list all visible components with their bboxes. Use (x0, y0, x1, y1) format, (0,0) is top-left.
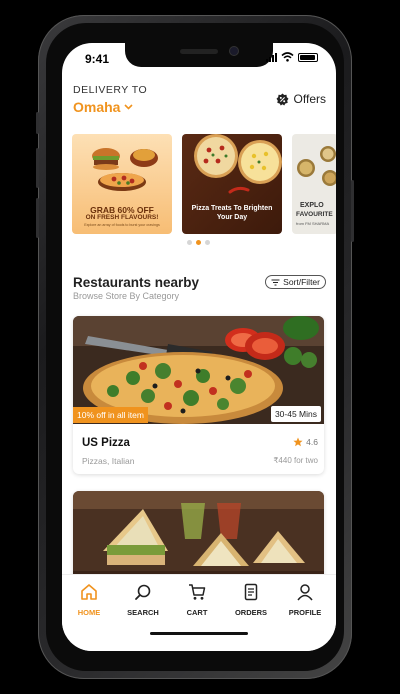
app-screen: 9:41 DELIVERY TO Omaha Offers GRAB 60% O… (62, 43, 336, 651)
banner-60-off[interactable]: GRAB 60% OFF ON FRESH FLAVOURS! Explore … (72, 134, 172, 234)
tab-label: CART (186, 608, 208, 617)
cart-icon (189, 584, 206, 600)
signal-icon (266, 52, 277, 62)
rating-value: 4.6 (306, 437, 318, 447)
delivery-time-badge: 30-45 Mins (270, 406, 321, 422)
restaurant-rating: 4.6 (293, 437, 318, 447)
restaurant-card[interactable]: 10% off in all item 30-45 Mins US Pizza … (73, 316, 324, 474)
tab-label: ORDERS (234, 608, 268, 617)
tab-home[interactable]: HOME (62, 583, 116, 617)
silent-switch (36, 112, 39, 134)
banner-caption: Explore an array of foods to burst your … (84, 223, 160, 227)
battery-icon (298, 52, 318, 62)
delivery-label: DELIVERY TO (73, 84, 148, 96)
banner-caption: from FM SHARMA (296, 221, 330, 226)
banner-explore-favourite[interactable]: EXPLO FAVOURITE from FM SHARMA (292, 134, 336, 234)
notch (125, 43, 273, 67)
banner-headline: Pizza Treats To Brighten Your Day (191, 205, 273, 221)
search-icon (135, 584, 151, 600)
profile-icon (297, 584, 313, 601)
restaurant-price: ₹440 for two (273, 456, 318, 465)
star-icon (293, 437, 303, 447)
promo-badge: 10% off in all item (73, 407, 148, 423)
carousel-dot[interactable] (187, 240, 192, 245)
tab-label: PROFILE (288, 608, 322, 617)
location-name: Omaha (73, 99, 121, 115)
restaurant-cuisine: Pizzas, Italian (82, 456, 135, 466)
tab-cart[interactable]: CART (170, 583, 224, 617)
banner-subline: FAVOURITE (296, 211, 333, 218)
banner-headline: EXPLO (300, 202, 324, 209)
power-button (351, 180, 354, 242)
tab-label: HOME (77, 608, 101, 617)
location-selector[interactable]: Omaha (73, 99, 134, 115)
home-icon (81, 584, 97, 600)
wifi-icon (281, 52, 294, 62)
carousel-dots (187, 240, 210, 245)
tab-search[interactable]: SEARCH (116, 583, 170, 617)
status-icons (266, 52, 318, 62)
filter-lines-icon (271, 279, 280, 285)
orders-icon (244, 583, 258, 601)
carousel-dot[interactable] (205, 240, 210, 245)
burger-food-illustration (92, 148, 158, 191)
restaurant-name: US Pizza (82, 437, 130, 449)
bottom-tab-bar: HOME SEARCH CART ORDERS PROFILE (62, 574, 336, 651)
pizza-illustration (194, 134, 282, 194)
offer-banner-carousel[interactable]: GRAB 60% OFF ON FRESH FLAVOURS! Explore … (72, 134, 336, 234)
status-time: 9:41 (85, 52, 110, 66)
offers-label: Offers (293, 92, 326, 106)
home-indicator[interactable] (150, 632, 248, 635)
front-camera (230, 47, 238, 55)
bowls-food-illustration (297, 146, 336, 186)
volume-down-button (36, 198, 39, 238)
sort-filter-button[interactable]: Sort/Filter (265, 275, 326, 289)
tab-profile[interactable]: PROFILE (278, 583, 332, 617)
offers-button[interactable]: Offers (276, 92, 326, 106)
discount-badge-icon (276, 93, 289, 105)
section-title: Restaurants nearby (73, 275, 200, 290)
tab-label: SEARCH (127, 608, 159, 617)
sort-filter-label: Sort/Filter (283, 277, 320, 287)
banner-subline: ON FRESH FLAVOURS! (85, 214, 159, 221)
banner-pizza-treats[interactable]: Pizza Treats To Brighten Your Day (182, 134, 282, 234)
carousel-dot-active[interactable] (196, 240, 201, 245)
speaker (180, 49, 218, 54)
tab-orders[interactable]: ORDERS (224, 583, 278, 617)
chevron-down-icon (124, 104, 134, 110)
section-subtitle: Browse Store By Category (73, 291, 180, 301)
volume-up-button (36, 148, 39, 188)
